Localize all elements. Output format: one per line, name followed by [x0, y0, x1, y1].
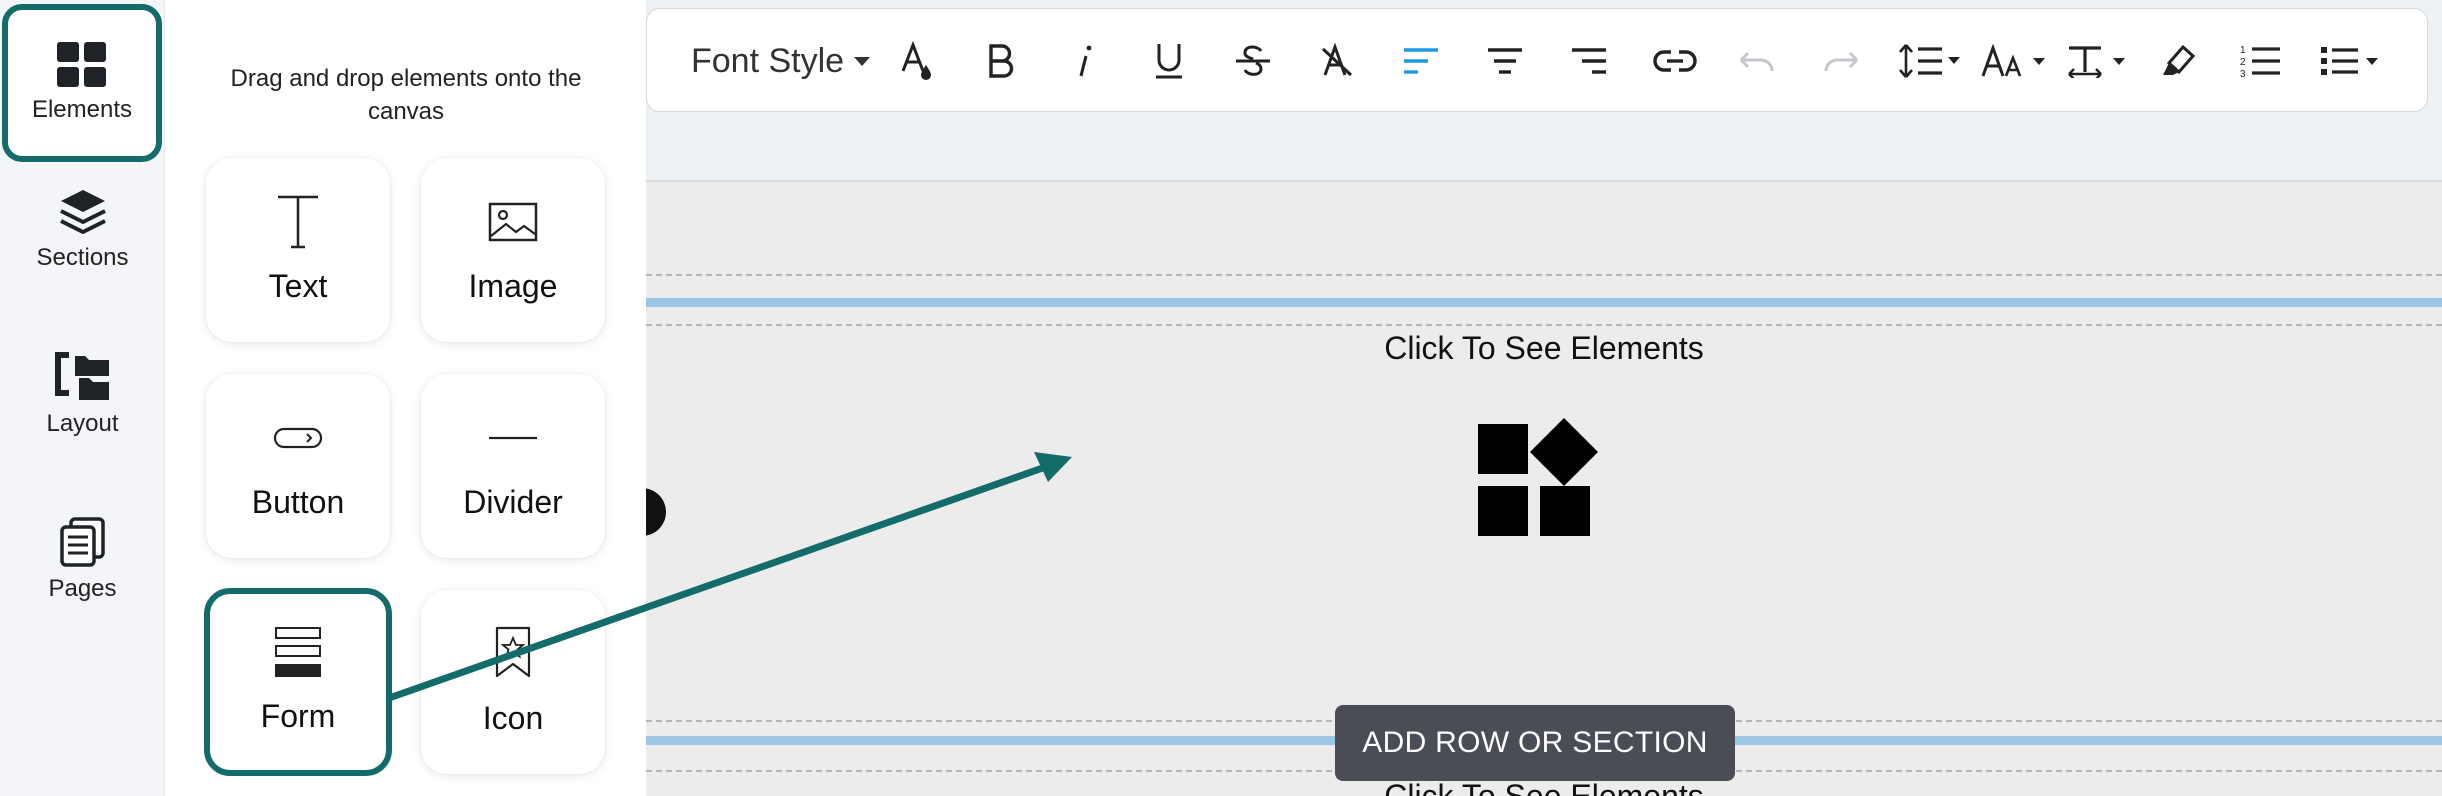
align-right-button[interactable] — [1567, 35, 1611, 87]
image-icon — [488, 202, 538, 242]
add-row-or-section-button[interactable]: ADD ROW OR SECTION — [1335, 705, 1735, 781]
rail-item-elements[interactable]: Elements — [2, 4, 162, 162]
element-tile-icon[interactable]: Icon — [421, 590, 605, 774]
section-placeholder-label[interactable]: Click To See Elements — [646, 330, 2442, 367]
button-icon — [273, 427, 323, 449]
bold-icon — [989, 44, 1014, 78]
unordered-list-icon — [2321, 47, 2378, 75]
text-spacing-icon — [2068, 46, 2125, 78]
strikethrough-icon — [1236, 45, 1270, 76]
line-height-icon — [1899, 44, 1960, 78]
page-canvas[interactable]: Click To See Elements Click To See Eleme… — [646, 180, 2442, 796]
tile-label: Icon — [482, 700, 544, 736]
tile-label: Text — [268, 268, 328, 304]
svg-text:2: 2 — [2240, 57, 2246, 68]
tile-label: Image — [468, 268, 558, 304]
row-boundary — [646, 324, 2442, 326]
align-left-button[interactable] — [1399, 35, 1443, 87]
text-icon — [278, 195, 318, 249]
clear-format-button[interactable] — [1315, 35, 1359, 87]
underline-button[interactable] — [1147, 35, 1191, 87]
font-style-label: Font Style — [691, 41, 845, 80]
layers-icon — [59, 190, 106, 234]
align-center-button[interactable] — [1483, 35, 1527, 87]
align-left-icon — [1404, 48, 1438, 74]
rail-item-label: Layout — [46, 410, 119, 437]
rail-item-label: Sections — [36, 244, 129, 271]
link-button[interactable] — [1651, 35, 1699, 87]
tile-label: Button — [251, 484, 345, 520]
tile-label: Divider — [463, 484, 563, 520]
line-height-dropdown[interactable] — [1897, 35, 1963, 87]
undo-button[interactable] — [1735, 35, 1779, 87]
divider-icon — [489, 436, 537, 440]
row-boundary — [646, 274, 2442, 276]
text-spacing-dropdown[interactable] — [2065, 35, 2131, 87]
rail-item-pages[interactable]: Pages — [0, 480, 165, 640]
undo-icon — [1739, 51, 1774, 72]
editor-area: Font Style 1 2 3 Click To See Elements C… — [646, 0, 2442, 796]
element-tile-form[interactable]: Form — [204, 588, 392, 776]
drag-handle[interactable] — [646, 488, 666, 536]
element-tile-text[interactable]: Text — [206, 158, 390, 342]
left-rail: Elements Sections Layout Pages — [0, 0, 165, 796]
font-color-icon — [901, 41, 931, 80]
panel-hint: Drag and drop elements onto the canvas — [230, 65, 582, 125]
font-size-dropdown[interactable] — [1981, 35, 2047, 87]
bookmark-star-icon — [495, 626, 531, 678]
elements-placeholder-icon[interactable] — [1476, 418, 1608, 538]
text-format-toolbar: Font Style 1 2 3 — [646, 8, 2428, 112]
row-highlight-line — [646, 298, 2442, 307]
element-tile-button[interactable]: Button — [206, 374, 390, 558]
rail-item-layout[interactable]: Layout — [0, 315, 165, 475]
pages-icon — [59, 517, 105, 567]
rail-item-label: Pages — [48, 575, 117, 602]
highlight-button[interactable] — [2155, 35, 2199, 87]
clear-format-icon — [1321, 43, 1353, 77]
font-style-dropdown[interactable]: Font Style — [691, 35, 871, 87]
svg-text:3: 3 — [2240, 69, 2246, 78]
redo-button[interactable] — [1819, 35, 1863, 87]
align-center-icon — [1488, 48, 1522, 74]
italic-button[interactable] — [1063, 35, 1107, 87]
font-color-button[interactable] — [895, 35, 939, 87]
highlight-icon — [2163, 44, 2196, 75]
element-tile-image[interactable]: Image — [421, 158, 605, 342]
rail-item-label: Elements — [31, 96, 133, 123]
redo-icon — [1824, 51, 1859, 72]
tile-label: Form — [260, 698, 336, 734]
layout-tree-icon — [54, 352, 109, 400]
elements-panel: Drag and drop elements onto the canvas T… — [166, 0, 646, 796]
link-icon — [1653, 50, 1697, 72]
strikethrough-button[interactable] — [1231, 35, 1275, 87]
grid-icon — [57, 42, 106, 87]
font-size-icon — [1981, 44, 2045, 77]
ordered-list-icon: 1 2 3 — [2240, 45, 2280, 78]
ordered-list-button[interactable]: 1 2 3 — [2239, 35, 2283, 87]
chevron-down-icon — [854, 56, 871, 66]
align-right-icon — [1572, 48, 1606, 74]
unordered-list-dropdown[interactable] — [2319, 35, 2385, 87]
underline-icon — [1156, 44, 1182, 79]
form-icon — [275, 627, 321, 677]
italic-icon — [1079, 45, 1092, 77]
rail-item-sections[interactable]: Sections — [0, 150, 165, 310]
element-tile-divider[interactable]: Divider — [421, 374, 605, 558]
bold-button[interactable] — [979, 35, 1023, 87]
svg-text:1: 1 — [2240, 45, 2246, 56]
